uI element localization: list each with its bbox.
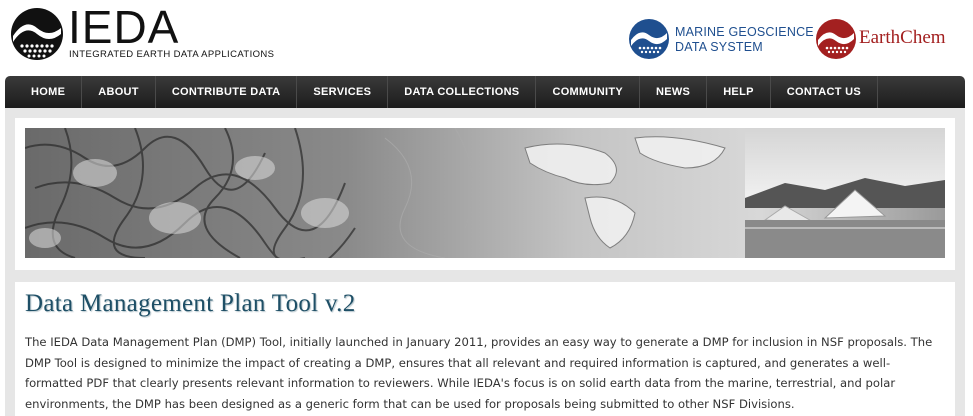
nav-data-collections[interactable]: DATA COLLECTIONS <box>388 76 537 108</box>
page-title: Data Management Plan Tool v.2 <box>25 290 356 317</box>
nav-help[interactable]: HELP <box>707 76 771 108</box>
mgds-logo-icon[interactable] <box>628 18 670 60</box>
nav-about[interactable]: ABOUT <box>82 76 156 108</box>
mgds-logo-text[interactable]: MARINE GEOSCIENCE DATA SYSTEM <box>675 25 814 55</box>
intro-paragraph: The IEDA Data Management Plan (DMP) Tool… <box>25 335 933 411</box>
banner-image <box>25 128 945 258</box>
mgds-line2: DATA SYSTEM <box>675 40 763 54</box>
main-nav: HOME ABOUT CONTRIBUTE DATA SERVICES DATA… <box>5 76 965 108</box>
nav-community[interactable]: COMMUNITY <box>536 76 640 108</box>
nav-home[interactable]: HOME <box>5 76 83 108</box>
nav-news[interactable]: NEWS <box>640 76 708 108</box>
ieda-logo-text[interactable]: IEDA <box>68 4 179 50</box>
earthchem-logo-text[interactable]: EarthChem <box>859 27 946 49</box>
nav-services[interactable]: SERVICES <box>297 76 389 108</box>
mgds-line1: MARINE GEOSCIENCE <box>675 25 814 39</box>
earth-imagery-banner <box>25 128 945 258</box>
nav-contact-us[interactable]: CONTACT US <box>771 76 879 108</box>
nav-contribute-data[interactable]: CONTRIBUTE DATA <box>156 76 298 108</box>
earthchem-logo-icon[interactable] <box>815 18 857 60</box>
ieda-logo-icon[interactable] <box>8 6 66 62</box>
site-header: IEDA INTEGRATED EARTH DATA APPLICATIONS … <box>0 0 973 76</box>
ieda-logo-subtitle: INTEGRATED EARTH DATA APPLICATIONS <box>69 49 275 60</box>
